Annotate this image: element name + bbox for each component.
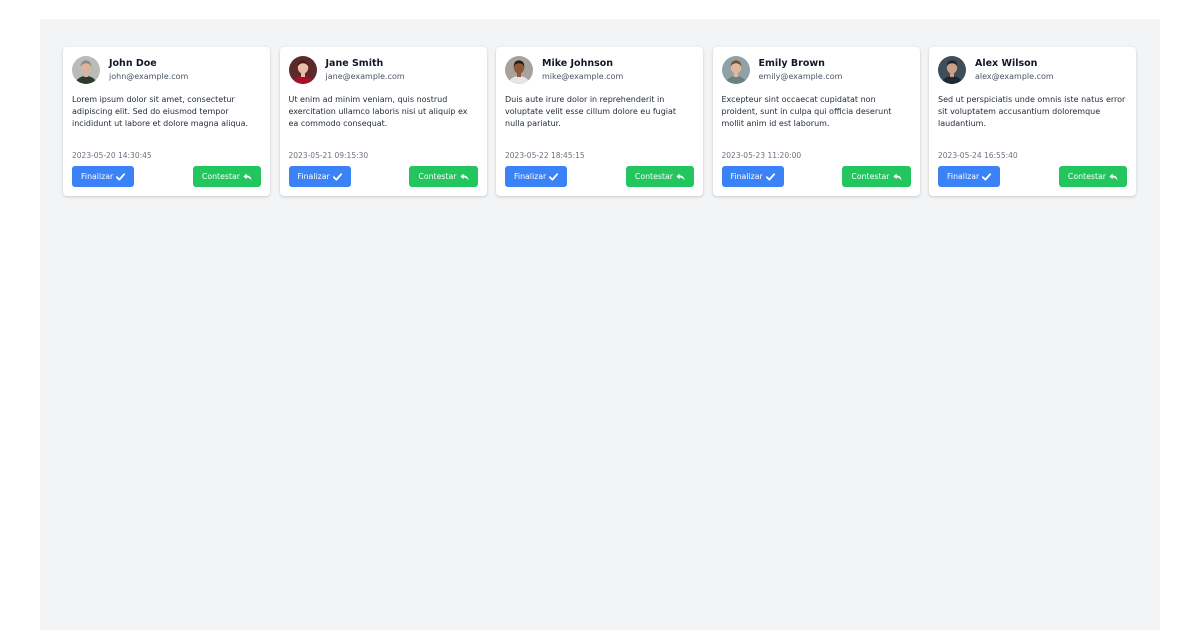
reply-button-label: Contestar — [634, 172, 673, 181]
card-actions: Finalizar Contestar — [72, 166, 261, 187]
message-card: Mike Johnson mike@example.com Duis aute … — [496, 47, 703, 196]
message-card: John Doe john@example.com Lorem ipsum do… — [63, 47, 270, 196]
reply-button[interactable]: Contestar — [625, 166, 694, 187]
avatar — [505, 56, 533, 84]
card-header: John Doe john@example.com — [72, 56, 261, 84]
finish-button-label: Finalizar — [947, 172, 980, 181]
sender-info: Alex Wilson alex@example.com — [975, 59, 1054, 81]
message-card: Emily Brown emily@example.com Excepteur … — [712, 47, 920, 196]
avatar — [72, 56, 100, 84]
card-header: Emily Brown emily@example.com — [721, 56, 911, 84]
sender-email: john@example.com — [109, 71, 189, 81]
checkmark-icon — [332, 172, 342, 181]
sender-info: Emily Brown emily@example.com — [759, 59, 843, 81]
sender-email: emily@example.com — [758, 71, 843, 81]
sender-info: Mike Johnson mike@example.com — [542, 59, 623, 81]
sender-info: John Doe john@example.com — [109, 59, 188, 81]
message-timestamp: 2023-05-24 16:55:40 — [938, 151, 1018, 160]
sender-email: alex@example.com — [975, 71, 1054, 81]
reply-button[interactable]: Contestar — [192, 166, 261, 187]
card-actions: Finalizar Contestar — [505, 166, 694, 187]
avatar — [938, 56, 966, 84]
sender-info: Jane Smith jane@example.com — [326, 59, 405, 81]
reply-button[interactable]: Contestar — [409, 166, 478, 187]
reply-arrow-icon — [1109, 173, 1118, 181]
message-card: Jane Smith jane@example.com Ut enim ad m… — [279, 47, 487, 196]
message-timestamp: 2023-05-22 18:45:15 — [505, 151, 585, 160]
card-header: Mike Johnson mike@example.com — [505, 56, 694, 84]
reply-arrow-icon — [459, 173, 469, 181]
finish-button-label: Finalizar — [514, 172, 547, 181]
reply-arrow-icon — [243, 173, 252, 181]
avatar — [288, 56, 317, 84]
message-text: Sed ut perspiciatis unde omnis iste natu… — [938, 95, 1126, 128]
message-card-list: John Doe john@example.com Lorem ipsum do… — [63, 47, 1136, 196]
message-card: Alex Wilson alex@example.com Sed ut pers… — [929, 47, 1136, 196]
reply-button-label: Contestar — [201, 172, 240, 181]
reply-button-label: Contestar — [851, 172, 890, 181]
sender-email: jane@example.com — [325, 71, 405, 81]
message-text: Duis aute irure dolor in reprehenderit i… — [505, 95, 677, 128]
card-actions: Finalizar Contestar — [288, 166, 478, 187]
message-timestamp: 2023-05-21 09:15:30 — [288, 151, 369, 160]
sender-email: mike@example.com — [542, 71, 624, 81]
page-background: John Doe john@example.com Lorem ipsum do… — [40, 19, 1160, 630]
sender-name: Emily Brown — [758, 58, 825, 70]
message-timestamp: 2023-05-23 11:20:00 — [721, 151, 802, 160]
sender-name: John Doe — [109, 58, 157, 70]
checkmark-icon — [116, 172, 126, 181]
message-text: Lorem ipsum dolor sit amet, consectetur … — [72, 95, 249, 128]
message-text: Ut enim ad minim veniam, quis nostrud ex… — [288, 95, 468, 128]
reply-button[interactable]: Contestar — [1058, 166, 1127, 187]
card-header: Alex Wilson alex@example.com — [938, 56, 1127, 84]
reply-arrow-icon — [892, 173, 902, 181]
card-header: Jane Smith jane@example.com — [288, 56, 478, 84]
avatar — [721, 56, 750, 84]
card-actions: Finalizar Contestar — [721, 166, 911, 187]
finish-button[interactable]: Finalizar — [505, 166, 568, 187]
reply-button-label: Contestar — [418, 172, 457, 181]
reply-button[interactable]: Contestar — [842, 166, 911, 187]
finish-button-label: Finalizar — [730, 172, 763, 181]
checkmark-icon — [765, 172, 775, 181]
sender-name: Mike Johnson — [542, 58, 614, 70]
finish-button[interactable]: Finalizar — [72, 166, 135, 187]
finish-button-label: Finalizar — [81, 172, 114, 181]
reply-arrow-icon — [676, 173, 685, 181]
finish-button-label: Finalizar — [297, 172, 330, 181]
sender-name: Jane Smith — [325, 58, 384, 70]
reply-button-label: Contestar — [1067, 172, 1106, 181]
checkmark-icon — [982, 172, 992, 181]
message-timestamp: 2023-05-20 14:30:45 — [72, 151, 152, 160]
finish-button[interactable]: Finalizar — [721, 166, 784, 187]
finish-button[interactable]: Finalizar — [288, 166, 351, 187]
message-text: Excepteur sint occaecat cupidatat non pr… — [721, 95, 892, 128]
checkmark-icon — [549, 172, 559, 181]
sender-name: Alex Wilson — [975, 58, 1038, 70]
card-actions: Finalizar Contestar — [938, 166, 1127, 187]
finish-button[interactable]: Finalizar — [938, 166, 1001, 187]
